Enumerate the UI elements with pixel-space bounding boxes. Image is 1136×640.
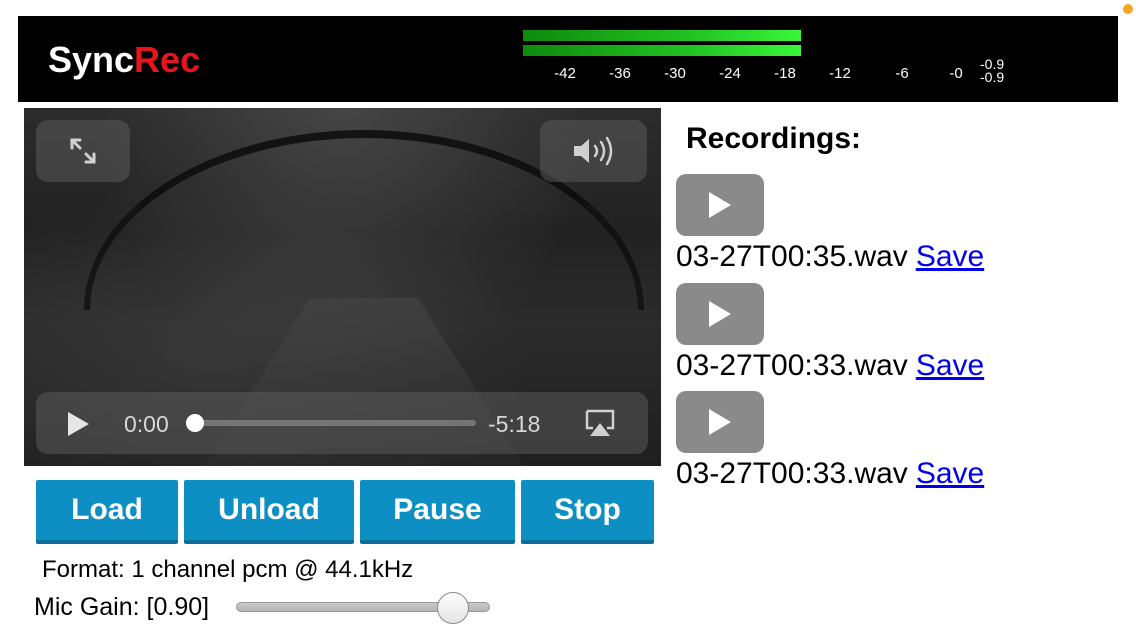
recording-item: 03-27T00:35.wav Save: [676, 174, 1116, 282]
scrub-track[interactable]: [196, 420, 476, 426]
stop-button[interactable]: Stop: [521, 480, 654, 544]
meter-tick: -42: [554, 65, 576, 82]
video-player[interactable]: 0:00 -5:18: [24, 108, 661, 466]
app-logo: SyncRec: [48, 40, 200, 80]
recording-filename: 03-27T00:35.wav: [676, 240, 908, 273]
airplay-icon[interactable]: [584, 408, 616, 438]
play-icon: [709, 192, 731, 218]
page: SyncRec -42 -36 -30 -24 -18 -12 -6 -0 -0…: [0, 0, 1136, 640]
scrub-handle[interactable]: [186, 414, 204, 432]
unload-button[interactable]: Unload: [184, 480, 354, 544]
play-icon: [709, 409, 731, 435]
meter-tick: -24: [719, 65, 741, 82]
play-icon: [709, 301, 731, 327]
expand-arrows-icon: [70, 138, 96, 164]
meter-tick: -6: [895, 65, 909, 82]
peak-readout-bottom: -0.9: [980, 69, 1005, 85]
recording-play-button[interactable]: [676, 174, 764, 236]
recording-play-button[interactable]: [676, 283, 764, 345]
recording-entry: 03-27T00:35.wav Save: [676, 240, 984, 274]
status-dot: [1123, 4, 1133, 14]
recording-play-button[interactable]: [676, 391, 764, 453]
mic-gain-slider-handle[interactable]: [437, 592, 469, 624]
recordings-heading: Recordings:: [686, 122, 862, 155]
logo-rec-text: Rec: [134, 39, 201, 80]
format-info: Format: 1 channel pcm @ 44.1kHz: [42, 556, 414, 583]
meter-tick: -12: [829, 65, 851, 82]
recording-filename: 03-27T00:33.wav: [676, 349, 908, 382]
header-bar: SyncRec -42 -36 -30 -24 -18 -12 -6 -0 -0…: [18, 16, 1118, 102]
pause-button[interactable]: Pause: [360, 480, 515, 544]
meter-tick: -0: [949, 65, 963, 82]
play-icon[interactable]: [66, 411, 90, 437]
peak-readout: -0.9 -0.9: [980, 57, 1005, 85]
recording-item: 03-27T00:33.wav Save: [676, 391, 1116, 499]
video-control-bar: 0:00 -5:18: [36, 392, 648, 454]
speaker-icon: [573, 136, 612, 166]
level-meter-channel-2: [523, 45, 801, 56]
meter-tick: -30: [664, 65, 686, 82]
save-link[interactable]: Save: [916, 457, 984, 490]
volume-button[interactable]: [540, 120, 647, 182]
mic-gain-label: Mic Gain: [0.90]: [34, 593, 210, 621]
level-meter-channel-1: [523, 30, 801, 41]
recording-entry: 03-27T00:33.wav Save: [676, 349, 984, 383]
meter-tick: -18: [774, 65, 796, 82]
load-button[interactable]: Load: [36, 480, 178, 544]
recording-filename: 03-27T00:33.wav: [676, 457, 908, 490]
recording-entry: 03-27T00:33.wav Save: [676, 457, 984, 491]
remaining-time: -5:18: [488, 411, 541, 437]
save-link[interactable]: Save: [916, 240, 984, 273]
save-link[interactable]: Save: [916, 349, 984, 382]
recording-item: 03-27T00:33.wav Save: [676, 283, 1116, 391]
fullscreen-button[interactable]: [36, 120, 130, 182]
meter-tick: -36: [609, 65, 631, 82]
current-time: 0:00: [124, 411, 169, 437]
logo-sync-text: Sync: [48, 39, 135, 80]
